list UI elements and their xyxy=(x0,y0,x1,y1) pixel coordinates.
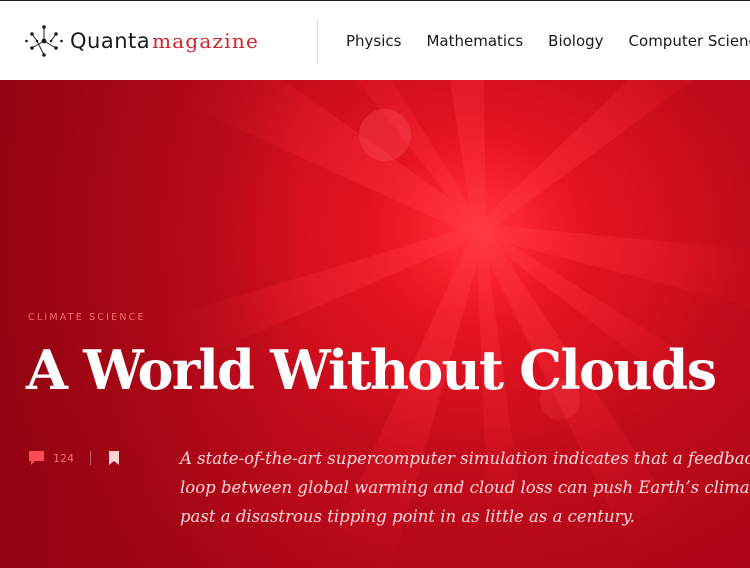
article-category[interactable]: CLIMATE SCIENCE xyxy=(28,312,146,323)
nav-item-physics[interactable]: Physics xyxy=(346,32,401,50)
article-dek-line: past a disastrous tipping point in as li… xyxy=(180,507,635,526)
nav-item-computer-science[interactable]: Computer Science xyxy=(629,32,750,50)
article-meta: 124 xyxy=(28,448,121,468)
site-header: Quanta magazine Physics Mathematics Biol… xyxy=(0,0,750,80)
hero-banner: CLIMATE SCIENCE A World Without Clouds 1… xyxy=(0,80,750,568)
article-title: A World Without Clouds xyxy=(26,338,717,402)
header-divider xyxy=(317,20,318,64)
comments-link[interactable]: 124 xyxy=(28,450,74,466)
nav-item-mathematics[interactable]: Mathematics xyxy=(426,32,523,50)
nav-item-biology[interactable]: Biology xyxy=(548,32,603,50)
meta-divider xyxy=(90,451,91,465)
logo-wordmark-magazine: magazine xyxy=(152,29,259,53)
main-nav: Physics Mathematics Biology Computer Sci… xyxy=(346,1,750,80)
logo-wordmark-quanta: Quanta xyxy=(70,29,151,53)
comment-icon xyxy=(29,451,44,465)
quanta-logo-icon xyxy=(25,25,63,57)
quanta-logo[interactable]: Quanta magazine xyxy=(24,19,259,63)
article-dek: A state-of-the-art supercomputer simulat… xyxy=(180,444,750,531)
bookmark-button[interactable] xyxy=(107,450,121,466)
article-dek-line: A state-of-the-art supercomputer simulat… xyxy=(180,449,750,468)
article-dek-line: loop between global warming and cloud lo… xyxy=(180,478,750,497)
bookmark-icon xyxy=(109,451,119,465)
comment-count: 124 xyxy=(53,451,74,465)
